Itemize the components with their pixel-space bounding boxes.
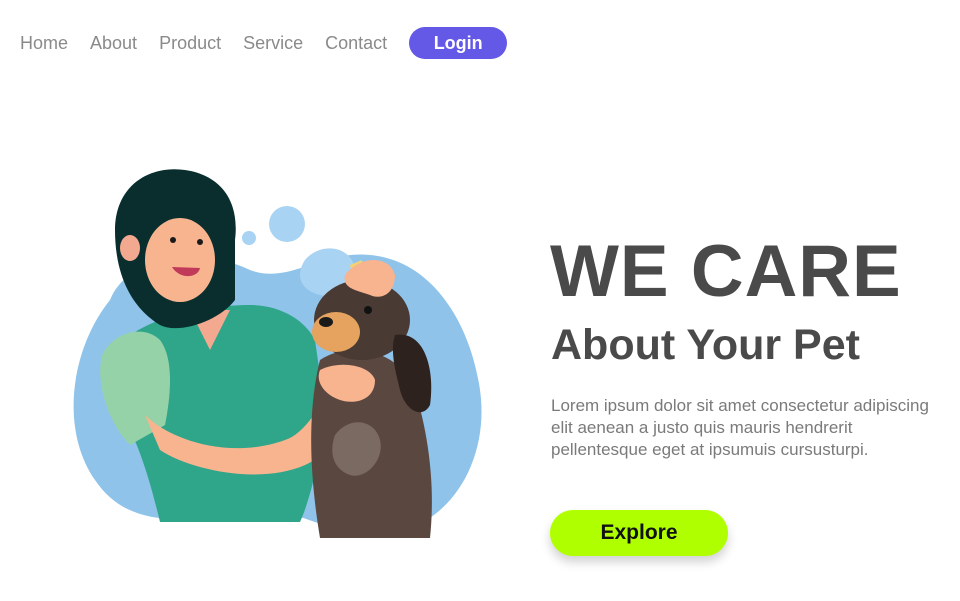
nav-service[interactable]: Service	[243, 28, 303, 58]
woman-eye-left	[170, 237, 176, 243]
hero-subtitle: About Your Pet	[551, 321, 860, 369]
woman-face-front	[145, 218, 215, 302]
dog-muzzle	[312, 312, 360, 352]
nav-about[interactable]: About	[90, 28, 137, 58]
woman-ear	[120, 235, 140, 261]
bubble-large	[269, 206, 305, 242]
login-button[interactable]: Login	[409, 27, 508, 59]
landing-page: Home About Product Service Contact Login	[0, 0, 960, 601]
nav-home[interactable]: Home	[20, 28, 68, 58]
dog-nose	[319, 317, 333, 327]
hero-title: WE CARE	[550, 231, 902, 312]
nav-product[interactable]: Product	[159, 28, 221, 58]
hero-paragraph: Lorem ipsum dolor sit amet consectetur a…	[551, 396, 929, 459]
top-nav: Home About Product Service Contact Login	[20, 27, 508, 59]
vet-illustration	[73, 169, 482, 538]
bubble-small	[242, 231, 256, 245]
dog-eye	[364, 306, 372, 314]
woman-eye-right	[197, 239, 203, 245]
nav-contact[interactable]: Contact	[325, 28, 387, 58]
explore-button[interactable]: Explore	[550, 510, 728, 556]
